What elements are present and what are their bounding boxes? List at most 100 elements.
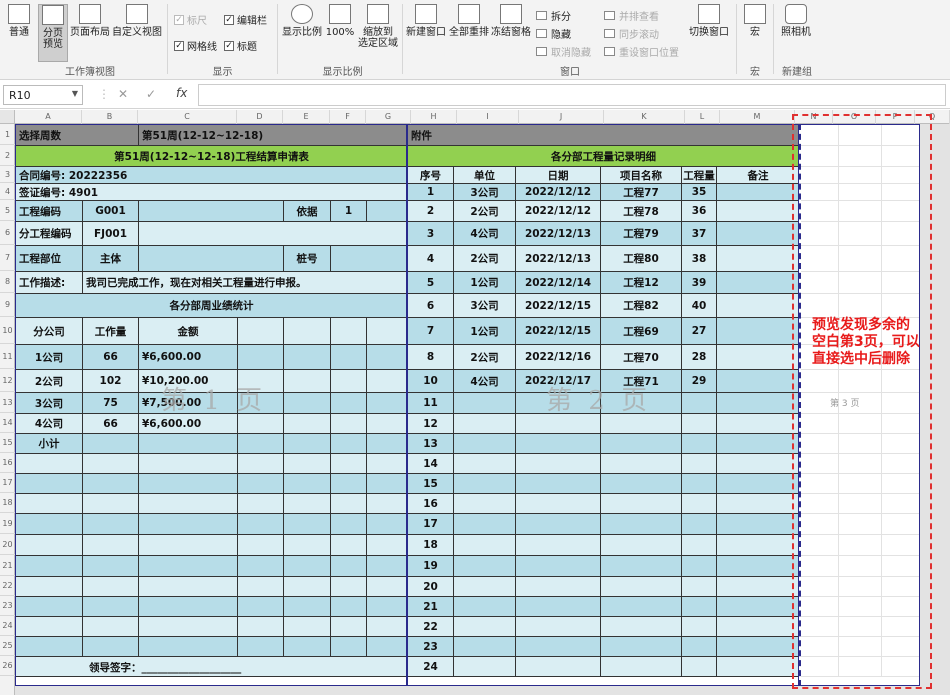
cell[interactable]: [238, 577, 284, 597]
row-header-7[interactable]: 7: [0, 245, 15, 271]
cell[interactable]: [367, 454, 406, 474]
cell[interactable]: [139, 637, 238, 657]
detail-cell[interactable]: 2022/12/12: [516, 201, 601, 222]
cell[interactable]: [682, 474, 717, 494]
normal-view-button[interactable]: 普通: [4, 4, 34, 62]
column-header-M[interactable]: M: [720, 110, 795, 124]
stats-cell[interactable]: 4公司: [16, 414, 83, 434]
cell[interactable]: [601, 514, 682, 535]
cell[interactable]: [516, 597, 601, 617]
detail-cell[interactable]: 16: [408, 494, 454, 514]
detail-header[interactable]: 日期: [516, 167, 601, 184]
desc-value[interactable]: 我司已完成工作，现在对相关工程量进行申报。: [83, 272, 406, 294]
cell[interactable]: [516, 657, 601, 677]
view-side-by-side-button[interactable]: 并排查看: [604, 8, 659, 23]
cell[interactable]: [284, 617, 331, 637]
stats-cell[interactable]: ¥7,500.00: [139, 393, 238, 414]
cell[interactable]: [16, 514, 83, 535]
cell[interactable]: [284, 514, 331, 535]
cell[interactable]: [367, 474, 406, 494]
cell[interactable]: [367, 617, 406, 637]
detail-cell[interactable]: 2公司: [454, 201, 516, 222]
page1-title[interactable]: 第51周(12-12~12-18)工程结算申请表: [16, 146, 406, 167]
cell[interactable]: [601, 535, 682, 556]
cell[interactable]: [238, 597, 284, 617]
detail-cell[interactable]: 2022/12/17: [516, 370, 601, 393]
cell[interactable]: [83, 556, 139, 577]
cell[interactable]: [83, 454, 139, 474]
zoom-to-selection-button[interactable]: 缩放到 选定区域: [358, 4, 398, 60]
row-header-8[interactable]: 8: [0, 271, 15, 293]
detail-cell[interactable]: 15: [408, 474, 454, 494]
hide-button[interactable]: 隐藏: [536, 26, 571, 41]
gridlines-checkbox[interactable]: ✓ 网格线: [174, 38, 217, 53]
stats-cell[interactable]: 2公司: [16, 370, 83, 393]
cell[interactable]: [682, 434, 717, 454]
detail-cell[interactable]: 3公司: [454, 294, 516, 318]
cell[interactable]: [238, 370, 284, 393]
row-header-9[interactable]: 9: [0, 293, 15, 317]
cell[interactable]: [16, 454, 83, 474]
cell[interactable]: [16, 597, 83, 617]
stats-title[interactable]: 各分部周业绩统计: [16, 294, 406, 318]
cell[interactable]: [284, 474, 331, 494]
unhide-button[interactable]: 取消隐藏: [536, 44, 591, 59]
page1-header-label[interactable]: 选择周数: [16, 125, 139, 146]
detail-cell[interactable]: 工程82: [601, 294, 682, 318]
sync-scroll-button[interactable]: 同步滚动: [604, 26, 659, 41]
cell[interactable]: [139, 434, 238, 454]
detail-cell[interactable]: [717, 318, 798, 345]
stats-header[interactable]: 工作量: [83, 318, 139, 345]
stats-cell[interactable]: ¥6,600.00: [139, 345, 238, 370]
detail-cell[interactable]: 19: [408, 556, 454, 577]
detail-cell[interactable]: 工程71: [601, 370, 682, 393]
cell[interactable]: [83, 514, 139, 535]
cell[interactable]: [16, 474, 83, 494]
detail-header[interactable]: 备注: [717, 167, 798, 184]
stats-header[interactable]: 金额: [139, 318, 238, 345]
cell[interactable]: [367, 201, 406, 222]
row-header-18[interactable]: 18: [0, 493, 15, 513]
row-header-24[interactable]: 24: [0, 616, 15, 636]
detail-cell[interactable]: 6: [408, 294, 454, 318]
visa-row[interactable]: 签证编号: 4901: [16, 184, 406, 201]
cell[interactable]: [139, 201, 284, 222]
detail-cell[interactable]: [717, 370, 798, 393]
detail-cell[interactable]: 13: [408, 434, 454, 454]
cell[interactable]: [331, 370, 367, 393]
cell[interactable]: [284, 637, 331, 657]
cell[interactable]: [601, 414, 682, 434]
cell[interactable]: [367, 535, 406, 556]
cell[interactable]: [601, 597, 682, 617]
detail-cell[interactable]: 8: [408, 345, 454, 370]
cell[interactable]: [83, 474, 139, 494]
detail-cell[interactable]: 4公司: [454, 222, 516, 246]
cell[interactable]: [717, 577, 798, 597]
row-header-21[interactable]: 21: [0, 555, 15, 576]
cell[interactable]: [367, 370, 406, 393]
cell[interactable]: [717, 454, 798, 474]
cell[interactable]: [717, 535, 798, 556]
cell[interactable]: [717, 514, 798, 535]
detail-cell[interactable]: 2022/12/15: [516, 318, 601, 345]
cell[interactable]: [139, 597, 238, 617]
cell[interactable]: [16, 494, 83, 514]
cell[interactable]: [516, 434, 601, 454]
detail-cell[interactable]: [717, 201, 798, 222]
cell[interactable]: [331, 617, 367, 637]
macro-button[interactable]: 宏: [741, 4, 769, 60]
detail-cell[interactable]: 2: [408, 201, 454, 222]
cell[interactable]: [367, 434, 406, 454]
cell[interactable]: [284, 318, 331, 345]
detail-cell[interactable]: 2公司: [454, 246, 516, 272]
column-header-I[interactable]: I: [457, 110, 519, 124]
row-header-12[interactable]: 12: [0, 369, 15, 392]
detail-cell[interactable]: 39: [682, 272, 717, 294]
formula-bar-checkbox[interactable]: ✓ 编辑栏: [224, 12, 267, 27]
cell[interactable]: [454, 556, 516, 577]
detail-cell[interactable]: 11: [408, 393, 454, 414]
cell[interactable]: [238, 637, 284, 657]
stats-cell[interactable]: 1公司: [16, 345, 83, 370]
cell[interactable]: [83, 617, 139, 637]
detail-cell[interactable]: 7: [408, 318, 454, 345]
